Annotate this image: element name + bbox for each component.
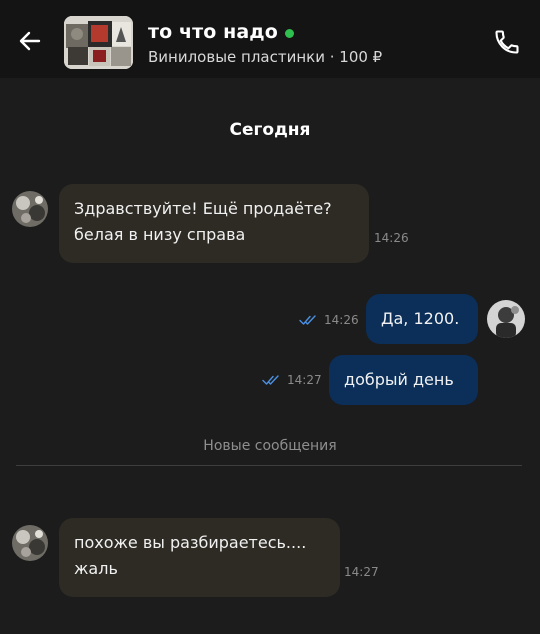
message-time: 14:26 [374, 231, 409, 245]
date-separator: Сегодня [229, 120, 311, 140]
seller-avatar-image [12, 525, 48, 561]
message-bubble-incoming[interactable]: похоже вы разбираетесь.... жаль [59, 518, 340, 597]
chat-title-row[interactable]: то что надо [148, 21, 294, 43]
phone-icon [495, 30, 519, 54]
call-button[interactable] [490, 25, 524, 59]
message-meta: 14:27 [262, 373, 322, 387]
message-bubble-outgoing[interactable]: Да, 1200. [366, 294, 478, 344]
message-meta: 14:26 [299, 313, 359, 327]
online-status-dot [284, 28, 294, 38]
message-text: Да, 1200. [381, 309, 460, 328]
message-bubble-outgoing[interactable]: добрый день [329, 355, 478, 405]
chat-title: то что надо [148, 21, 278, 43]
message-bubble-incoming[interactable]: Здравствуйте! Ещё продаёте? белая в низу… [59, 184, 369, 263]
listing-thumbnail[interactable] [64, 16, 133, 69]
message-text: добрый день [344, 370, 454, 389]
seller-avatar[interactable] [12, 191, 48, 227]
double-check-icon [262, 375, 279, 385]
message-text: Здравствуйте! Ещё продаёте? белая в низу… [74, 199, 332, 244]
arrow-left-icon [19, 31, 41, 51]
seller-avatar-image [12, 191, 48, 227]
new-messages-divider [16, 465, 522, 466]
message-time: 14:26 [324, 313, 359, 327]
seller-avatar[interactable] [12, 525, 48, 561]
my-avatar-image [487, 300, 525, 338]
double-check-icon [299, 315, 316, 325]
my-avatar[interactable] [487, 300, 525, 338]
chat-screen: то что надо Виниловые пластинки · 100 ₽ … [0, 0, 540, 634]
message-time: 14:27 [287, 373, 322, 387]
listing-subtitle[interactable]: Виниловые пластинки · 100 ₽ [148, 48, 382, 66]
message-text: похоже вы разбираетесь.... жаль [74, 533, 307, 578]
vinyl-records-photo [64, 16, 133, 69]
back-button[interactable] [14, 25, 46, 57]
new-messages-separator: Новые сообщения [203, 438, 337, 454]
message-time: 14:27 [344, 565, 379, 579]
chat-header: то что надо Виниловые пластинки · 100 ₽ [0, 0, 540, 78]
